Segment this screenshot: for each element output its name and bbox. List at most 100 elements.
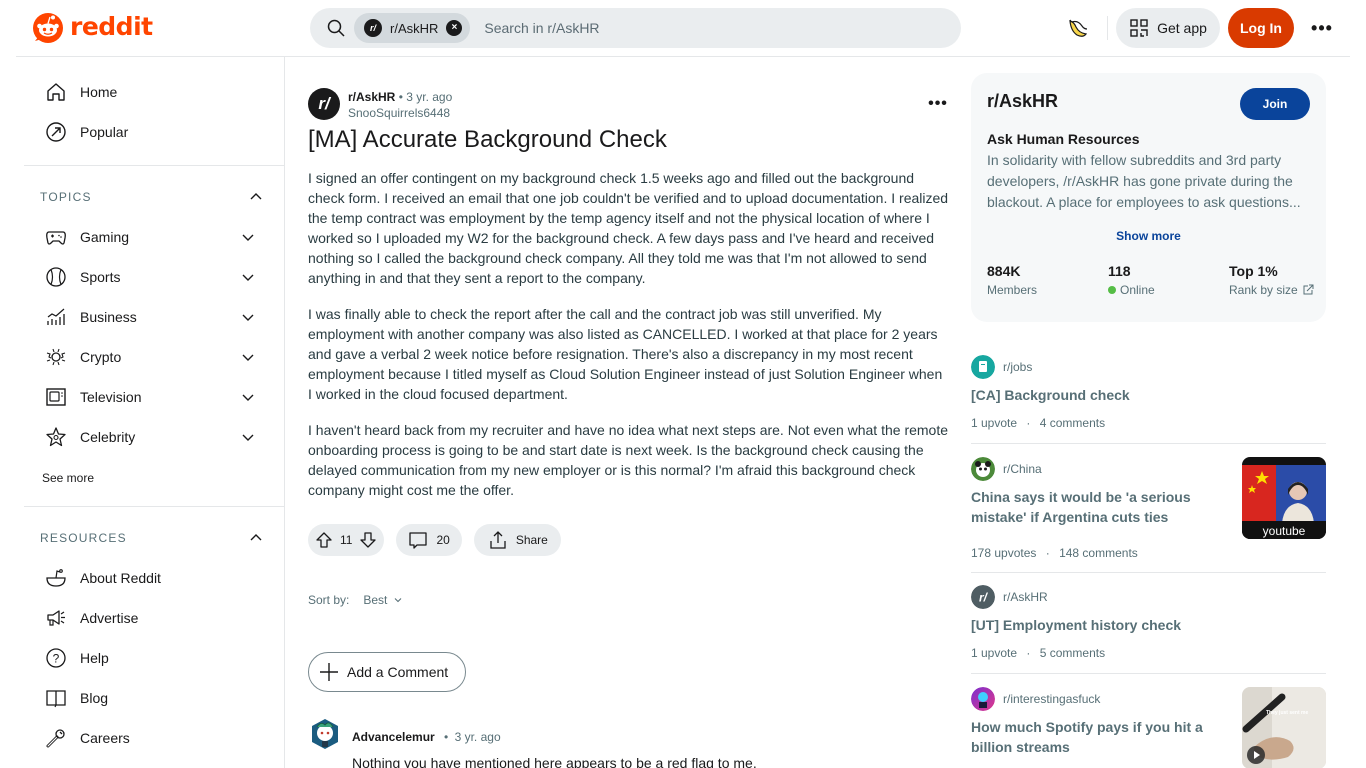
- sidebar-item-television[interactable]: Television: [32, 377, 268, 417]
- related-divider: [971, 572, 1326, 573]
- search-input[interactable]: [484, 20, 905, 36]
- related-post[interactable]: r/interestingasfuck How much Spotify pay…: [971, 687, 1326, 768]
- downvote-icon[interactable]: [358, 530, 378, 550]
- login-button[interactable]: Log In: [1228, 8, 1294, 48]
- topics-heading: TOPICS: [40, 190, 92, 204]
- members-stat: 884K Members: [987, 263, 1037, 297]
- add-comment-label: Add a Comment: [347, 664, 449, 680]
- related-thumbnail[interactable]: They just sent me: [1242, 687, 1326, 768]
- show-more-link[interactable]: Show more: [971, 229, 1326, 243]
- sidebar-item-careers[interactable]: Careers: [32, 718, 268, 758]
- post-age: 3 yr. ago: [406, 90, 453, 104]
- vote-control: 11: [308, 524, 385, 556]
- reddit-logo[interactable]: reddit: [32, 12, 153, 44]
- upvote-icon[interactable]: [314, 530, 334, 550]
- resources-heading: RESOURCES: [40, 531, 127, 545]
- external-link-icon: [1303, 284, 1314, 295]
- related-stats: 1 upvote · 4 comments: [971, 416, 1106, 430]
- post-more-options-icon[interactable]: •••: [922, 92, 954, 116]
- sidebar-item-crypto[interactable]: Crypto: [32, 337, 268, 377]
- chevron-up-icon: [250, 193, 262, 200]
- see-more-topics-link[interactable]: See more: [42, 471, 94, 485]
- rank-label-row[interactable]: Rank by size: [1229, 283, 1314, 297]
- share-icon: [490, 531, 506, 549]
- online-label: Online: [1120, 283, 1155, 297]
- related-title[interactable]: [UT] Employment history check: [971, 615, 1211, 635]
- chevron-down-icon: [242, 354, 254, 361]
- sidebar-item-help[interactable]: ? Help: [32, 638, 268, 678]
- related-subreddit[interactable]: r/jobs: [971, 355, 1032, 379]
- related-thumbnail[interactable]: youtube: [1242, 457, 1326, 539]
- related-subreddit-name: r/jobs: [1003, 360, 1033, 374]
- community-title[interactable]: r/AskHR: [987, 91, 1058, 112]
- get-app-button[interactable]: Get app: [1116, 8, 1220, 48]
- related-post[interactable]: r/jobs [CA] Background check 1 upvote · …: [971, 355, 1326, 435]
- related-subreddit[interactable]: r/China: [971, 457, 1042, 481]
- more-options-icon[interactable]: •••: [1306, 8, 1338, 48]
- share-button[interactable]: Share: [473, 524, 561, 556]
- sidebar-item-label: Television: [80, 389, 142, 405]
- sidebar-item-label: Careers: [80, 730, 130, 746]
- post-author[interactable]: SnooSquirrels6448: [348, 106, 450, 120]
- topics-section-header[interactable]: TOPICS: [40, 185, 268, 209]
- sidebar-item-home[interactable]: Home: [32, 72, 268, 112]
- sidebar-item-label: Popular: [80, 124, 129, 140]
- related-post[interactable]: r/China China says it would be 'a seriou…: [971, 457, 1326, 560]
- svg-text:?: ?: [53, 652, 60, 666]
- comment-meta: Advancelemur • 3 yr. ago: [352, 730, 501, 744]
- subreddit-avatar[interactable]: r/: [308, 88, 340, 120]
- careers-icon: [44, 726, 68, 750]
- related-subreddit[interactable]: r/ r/AskHR: [971, 585, 1048, 609]
- online-count: 118: [1108, 263, 1131, 279]
- related-title[interactable]: China says it would be 'a serious mistak…: [971, 487, 1211, 527]
- sort-dropdown[interactable]: Best: [363, 593, 403, 607]
- sports-icon: [44, 265, 68, 289]
- related-title[interactable]: How much Spotify pays if you hit a billi…: [971, 717, 1211, 757]
- chevron-down-icon: [242, 234, 254, 241]
- related-upvotes: 1 upvote: [971, 416, 1018, 430]
- sidebar-item-label: Sports: [80, 269, 121, 285]
- sidebar-item-blog[interactable]: Blog: [32, 678, 268, 718]
- interestingasfuck-subreddit-icon: [971, 687, 995, 711]
- comments-button[interactable]: 20: [396, 524, 462, 556]
- sidebar-item-sports[interactable]: Sports: [32, 257, 268, 297]
- related-post[interactable]: r/ r/AskHR [UT] Employment history check…: [971, 585, 1326, 665]
- blog-icon: [44, 686, 68, 710]
- askhr-chip-avatar: r/: [364, 19, 382, 37]
- sidebar-item-label: Business: [80, 309, 137, 325]
- join-button[interactable]: Join: [1240, 88, 1310, 120]
- sidebar-item-business[interactable]: Business: [32, 297, 268, 337]
- related-subreddit-name: r/interestingasfuck: [1003, 692, 1101, 706]
- sidebar-item-advertise[interactable]: Advertise: [32, 598, 268, 638]
- sidebar-divider: [24, 165, 284, 166]
- popular-icon: [44, 120, 68, 144]
- related-upvotes: 1 upvote: [971, 646, 1018, 660]
- chevron-down-icon: [242, 434, 254, 441]
- post-title: [MA] Accurate Background Check: [308, 126, 667, 153]
- plus-icon: [320, 663, 338, 681]
- subreddit-link[interactable]: r/AskHR: [348, 90, 395, 104]
- online-dot-icon: [1108, 286, 1116, 294]
- sidebar-item-label: Celebrity: [80, 429, 136, 445]
- search-bar[interactable]: r/ r/AskHR ×: [310, 8, 961, 48]
- sidebar-item-about-reddit[interactable]: About Reddit: [32, 558, 268, 598]
- banana-icon[interactable]: [1066, 16, 1090, 40]
- related-divider: [971, 673, 1326, 674]
- comment-icon: [409, 532, 428, 549]
- related-subreddit[interactable]: r/interestingasfuck: [971, 687, 1100, 711]
- related-comments: 5 comments: [1039, 646, 1106, 660]
- post-body: I signed an offer contingent on my backg…: [308, 168, 950, 516]
- subreddit-search-chip[interactable]: r/ r/AskHR ×: [354, 13, 471, 43]
- sidebar-item-celebrity[interactable]: Celebrity: [32, 417, 268, 457]
- sidebar-item-popular[interactable]: Popular: [32, 112, 268, 152]
- add-comment-button[interactable]: Add a Comment: [308, 652, 466, 692]
- post-meta: r/ r/AskHR • 3 yr. ago SnooSquirrels6448…: [308, 88, 948, 122]
- commenter-avatar[interactable]: [310, 717, 340, 751]
- sidebar-item-gaming[interactable]: Gaming: [32, 217, 268, 257]
- comment-count: 20: [436, 533, 450, 547]
- post-paragraph: I signed an offer contingent on my backg…: [308, 170, 949, 286]
- resources-section-header[interactable]: RESOURCES: [40, 526, 268, 550]
- comment-author[interactable]: Advancelemur: [352, 730, 435, 744]
- close-icon[interactable]: ×: [446, 20, 463, 36]
- related-title[interactable]: [CA] Background check: [971, 385, 1211, 405]
